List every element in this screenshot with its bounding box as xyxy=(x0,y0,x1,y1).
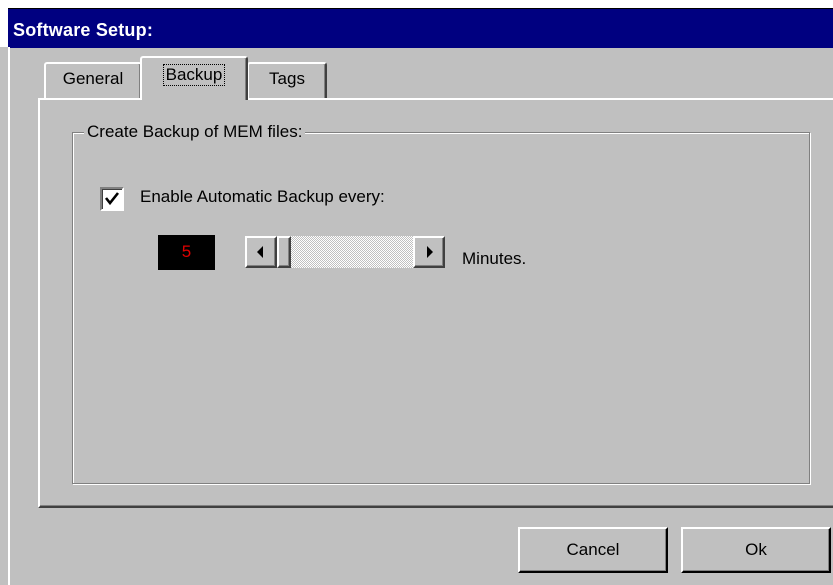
backup-groupbox xyxy=(72,132,810,484)
window-title: Software Setup: xyxy=(13,20,154,40)
arrow-left-icon xyxy=(257,246,263,258)
tab-general[interactable]: General xyxy=(44,62,142,98)
interval-unit-label: Minutes. xyxy=(462,249,527,268)
tab-tags-label: Tags xyxy=(269,69,305,88)
tab-tags[interactable]: Tags xyxy=(247,62,327,98)
interval-value-display: 5 xyxy=(158,235,215,270)
ok-button[interactable]: Ok xyxy=(681,527,831,573)
auto-backup-checkbox[interactable] xyxy=(100,187,124,211)
cancel-button[interactable]: Cancel xyxy=(518,527,668,573)
scroll-left-button[interactable] xyxy=(245,236,277,268)
backup-group-legend: Create Backup of MEM files: xyxy=(84,122,306,142)
tab-general-label: General xyxy=(62,69,124,88)
auto-backup-label[interactable]: Enable Automatic Backup every: xyxy=(140,187,385,207)
checkmark-icon xyxy=(104,192,120,206)
scroll-right-button[interactable] xyxy=(413,236,445,268)
scroll-thumb[interactable] xyxy=(277,236,291,268)
interval-slider[interactable] xyxy=(245,236,445,268)
window-frame-left xyxy=(8,47,10,585)
tab-backup-label: Backup xyxy=(162,64,226,86)
arrow-right-icon xyxy=(427,246,433,258)
tab-backup[interactable]: Backup xyxy=(140,56,248,100)
